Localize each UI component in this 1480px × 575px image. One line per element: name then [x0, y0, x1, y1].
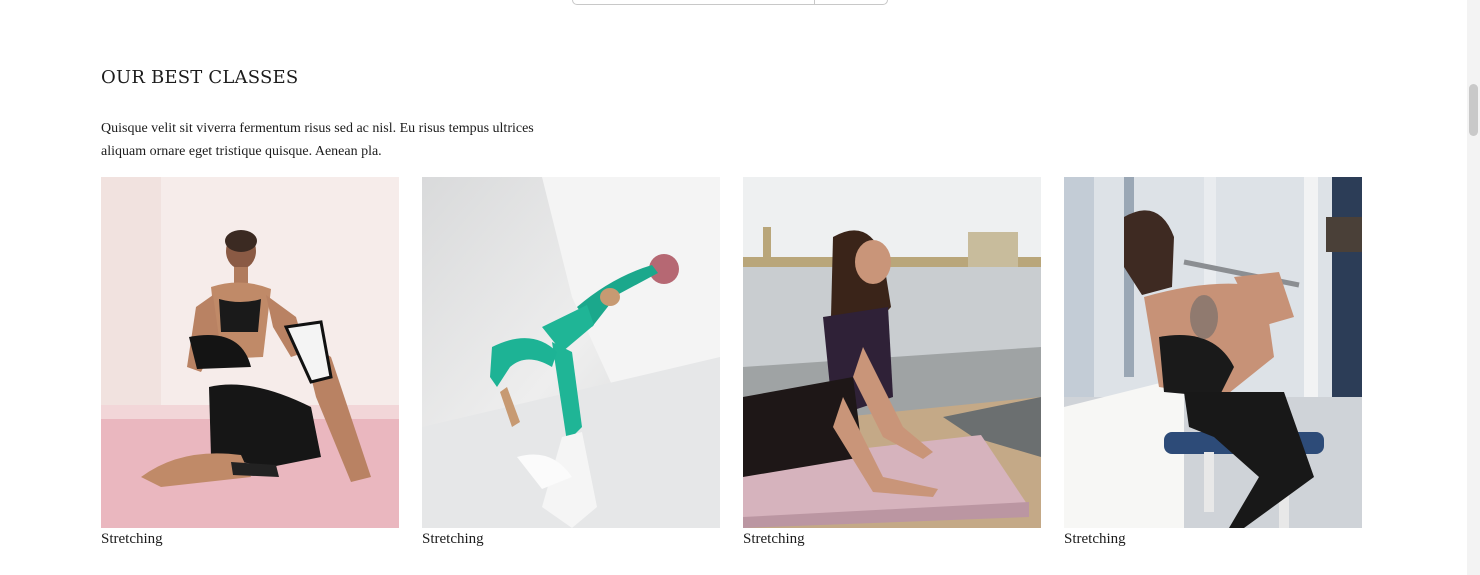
- class-cards: Stretching Stretching Stretching Stretch…: [101, 177, 1362, 549]
- class-caption[interactable]: Stretching: [1064, 529, 1362, 549]
- class-card[interactable]: Stretching: [101, 177, 399, 549]
- search-bar: [572, 0, 888, 5]
- scrollbar-thumb[interactable]: [1469, 84, 1478, 136]
- search-button[interactable]: [815, 0, 888, 5]
- class-image[interactable]: [101, 177, 399, 528]
- class-card[interactable]: Stretching: [422, 177, 720, 549]
- class-image[interactable]: [743, 177, 1041, 528]
- page: OUR BEST CLASSES Quisque velit sit viver…: [0, 0, 1480, 575]
- class-card[interactable]: Stretching: [1064, 177, 1362, 549]
- class-caption[interactable]: Stretching: [101, 529, 399, 549]
- section-title: OUR BEST CLASSES: [101, 67, 299, 88]
- section-description: Quisque velit sit viverra fermentum risu…: [101, 121, 534, 159]
- class-image[interactable]: [1064, 177, 1362, 528]
- class-card[interactable]: Stretching: [743, 177, 1041, 549]
- class-image[interactable]: [422, 177, 720, 528]
- class-caption[interactable]: Stretching: [422, 529, 720, 549]
- class-caption[interactable]: Stretching: [743, 529, 1041, 549]
- search-input[interactable]: [572, 0, 815, 5]
- scrollbar[interactable]: [1467, 0, 1480, 575]
